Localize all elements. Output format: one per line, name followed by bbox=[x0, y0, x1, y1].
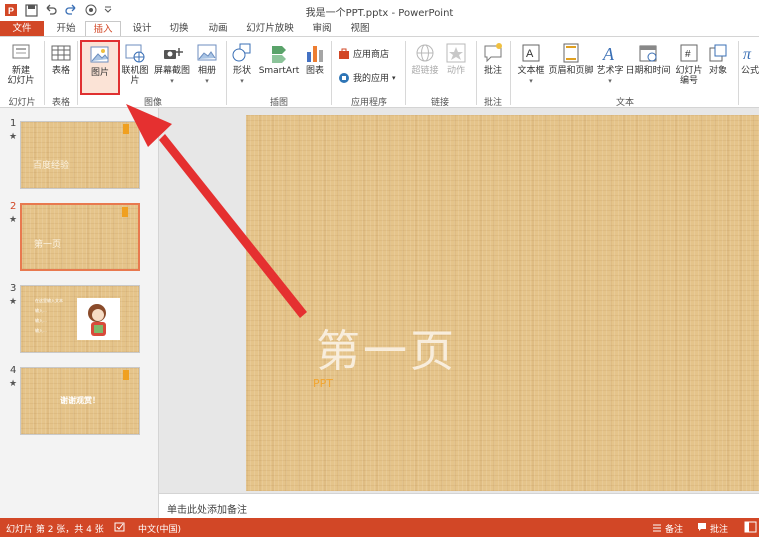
notes-placeholder: 单击此处添加备注 bbox=[167, 505, 247, 516]
notes-toggle-icon[interactable] bbox=[652, 522, 662, 535]
comments-toggle-label[interactable]: 批注 bbox=[710, 522, 728, 535]
red-arrow-annotation bbox=[126, 104, 307, 318]
notes-toggle-label[interactable]: 备注 bbox=[665, 522, 683, 535]
slide-count-text: 幻灯片 第 2 张，共 4 张 bbox=[6, 525, 104, 535]
status-bar: 幻灯片 第 2 张，共 4 张 中文(中国) 备注 批注 bbox=[0, 518, 759, 537]
normal-view-icon[interactable] bbox=[744, 521, 757, 536]
notes-pane[interactable]: 单击此处添加备注 bbox=[159, 493, 759, 520]
spelling-check-icon[interactable] bbox=[114, 522, 126, 536]
language-indicator[interactable]: 中文(中国) bbox=[138, 522, 181, 535]
comments-toggle-icon[interactable] bbox=[697, 522, 707, 535]
